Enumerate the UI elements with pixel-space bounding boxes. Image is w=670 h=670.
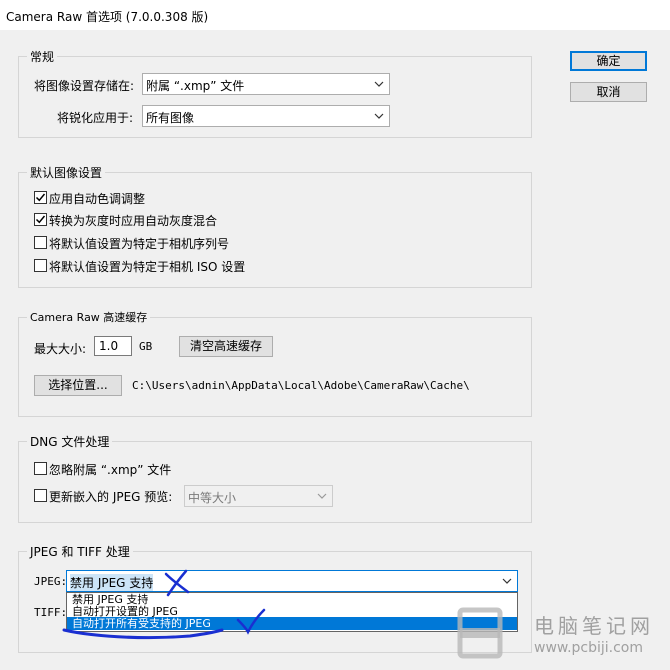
check-mark-icon: [236, 608, 266, 635]
watermark-name: 电脑笔记网: [534, 614, 654, 638]
watermark: 电脑笔记网 www.pcbiji.com: [456, 580, 666, 660]
annotation-layer: [62, 569, 266, 640]
watermark-url: www.pcbiji.com: [534, 640, 644, 656]
cross-mark-icon: [164, 569, 190, 597]
underline-stroke: [62, 628, 224, 640]
